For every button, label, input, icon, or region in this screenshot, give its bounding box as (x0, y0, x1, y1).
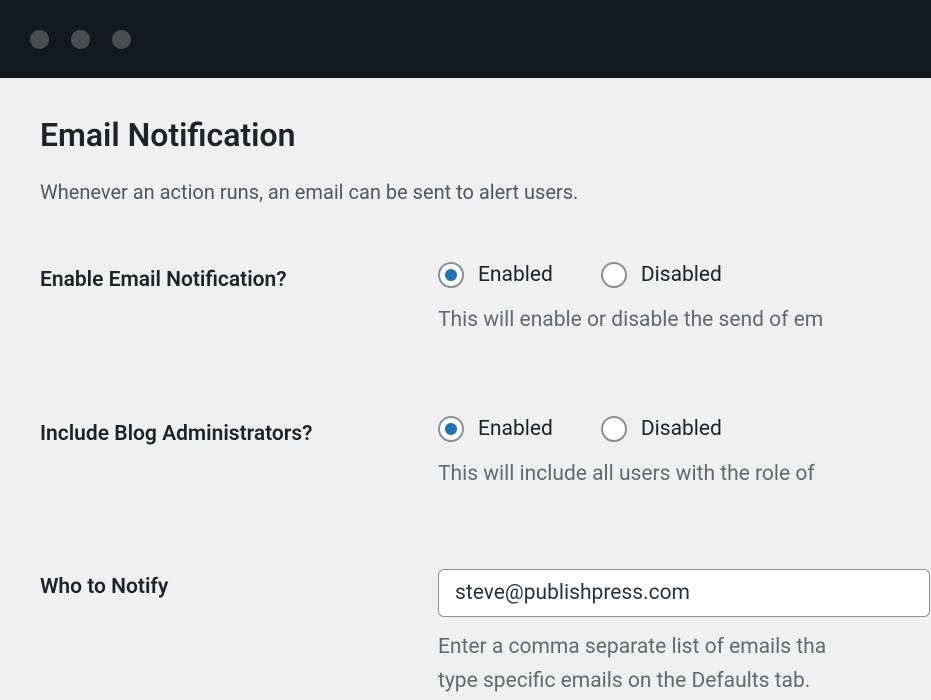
help-text-include-admins: This will include all users with the rol… (438, 458, 931, 492)
settings-panel: Email Notification Whenever an action ru… (0, 78, 931, 698)
setting-label-who-to-notify: Who to Notify (40, 569, 438, 599)
page-description: Whenever an action runs, an email can be… (40, 180, 931, 204)
radio-enabled[interactable] (438, 416, 464, 442)
radio-option-disabled[interactable]: Disabled (601, 262, 722, 288)
setting-label-include-admins: Include Blog Administrators? (40, 416, 438, 446)
help-text-who-to-notify-1: Enter a comma separate list of emails th… (438, 631, 931, 665)
help-text-enable-email: This will enable or disable the send of … (438, 304, 931, 338)
radio-option-enabled[interactable]: Enabled (438, 416, 553, 442)
window-titlebar (0, 0, 931, 78)
radio-label-disabled: Disabled (641, 417, 722, 441)
radio-enabled[interactable] (438, 262, 464, 288)
who-to-notify-input[interactable] (438, 569, 930, 617)
setting-label-enable-email: Enable Email Notification? (40, 262, 438, 292)
radio-disabled[interactable] (601, 416, 627, 442)
radio-group-include-admins: Enabled Disabled (438, 416, 931, 442)
radio-label-enabled: Enabled (478, 263, 553, 287)
setting-who-to-notify: Who to Notify Enter a comma separate lis… (40, 569, 931, 698)
setting-include-admins: Include Blog Administrators? Enabled Dis… (40, 416, 931, 492)
traffic-light-close[interactable] (30, 30, 49, 49)
setting-enable-email: Enable Email Notification? Enabled Disab… (40, 262, 931, 338)
radio-option-disabled[interactable]: Disabled (601, 416, 722, 442)
traffic-light-zoom[interactable] (112, 30, 131, 49)
setting-control-who-to-notify: Enter a comma separate list of emails th… (438, 569, 931, 698)
radio-label-enabled: Enabled (478, 417, 553, 441)
traffic-light-minimize[interactable] (71, 30, 90, 49)
setting-control-include-admins: Enabled Disabled This will include all u… (438, 416, 931, 492)
radio-disabled[interactable] (601, 262, 627, 288)
help-text-who-to-notify-2: type specific emails on the Defaults tab… (438, 665, 931, 699)
radio-group-enable-email: Enabled Disabled (438, 262, 931, 288)
radio-option-enabled[interactable]: Enabled (438, 262, 553, 288)
setting-control-enable-email: Enabled Disabled This will enable or dis… (438, 262, 931, 338)
radio-label-disabled: Disabled (641, 263, 722, 287)
page-title: Email Notification (40, 116, 931, 154)
